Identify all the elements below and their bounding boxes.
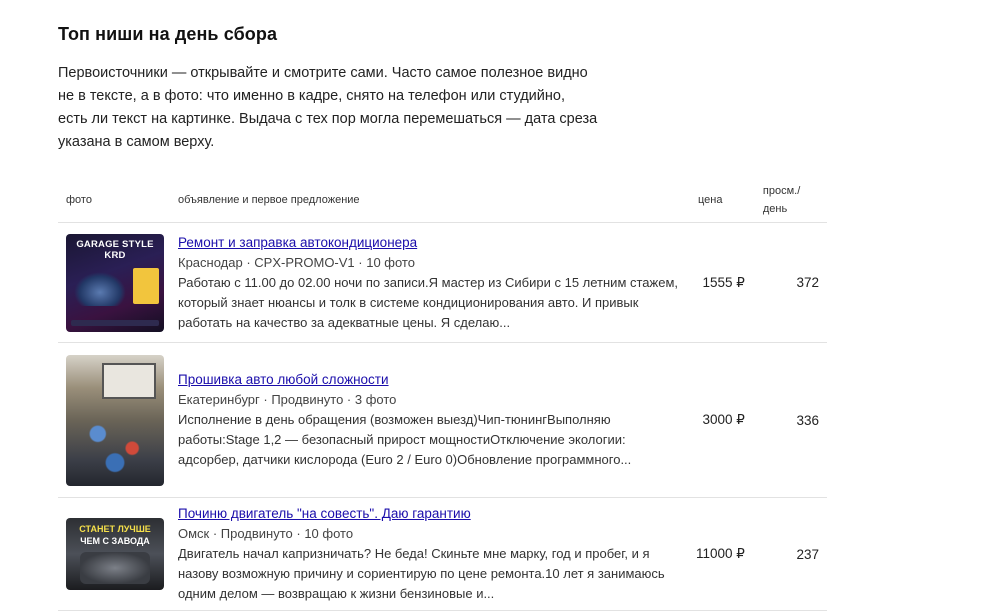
- ad-cell: Починю двигатель "на совесть". Даю гаран…: [178, 497, 696, 611]
- table-header-row: фото объявление и первое предложение цен…: [58, 178, 827, 223]
- photo-caption-line2: ЧЕМ С ЗАВОДА: [80, 536, 150, 546]
- photo-cell: СТАНЕТ ЛУЧШЕ ЧЕМ С ЗАВОДА: [58, 497, 178, 611]
- ad-cell: Ремонт и заправка автокондиционера Красн…: [178, 222, 696, 343]
- listing-views: 336: [758, 342, 827, 498]
- table-row: Прошивка авто любой сложности Екатеринбу…: [58, 342, 827, 498]
- listing-title-link[interactable]: Ремонт и заправка автокондиционера: [178, 233, 417, 253]
- header-price: цена: [696, 178, 759, 223]
- table-row: GARAGE STYLE KRD Ремонт и заправка авток…: [58, 222, 827, 343]
- listing-meta: Екатеринбург · Продвинуто · 3 фото: [178, 392, 397, 407]
- ad-cell: Прошивка авто любой сложности Екатеринбу…: [178, 342, 696, 498]
- listing-views: 237: [758, 497, 827, 611]
- laptop-screen-image: [102, 362, 156, 399]
- photo-footer-strip: [71, 319, 159, 326]
- header-ad: объявление и первое предложение: [178, 178, 696, 223]
- listing-views: 372: [758, 222, 827, 343]
- photo-caption: СТАНЕТ ЛУЧШЕ: [79, 524, 151, 534]
- listing-meta: Омск · Продвинуто · 10 фото: [178, 526, 354, 541]
- listing-description: Работаю с 11.00 до 02.00 ночи по записи.…: [178, 274, 679, 330]
- header-views-label: просм./ день: [762, 185, 801, 215]
- niches-section: Топ ниши на день сбора Первоисточники — …: [0, 0, 1000, 611]
- listings-table: фото объявление и первое предложение цен…: [58, 178, 827, 611]
- listing-description: Исполнение в день обращения (возможен вы…: [178, 412, 632, 467]
- engine-image: [80, 552, 150, 584]
- photo-cell: GARAGE STYLE KRD: [58, 222, 178, 343]
- listing-photo[interactable]: [66, 354, 164, 486]
- section-title: Топ ниши на день сбора: [58, 24, 278, 44]
- listing-price: 1555 ₽: [696, 222, 759, 343]
- header-photo: фото: [58, 178, 178, 223]
- listing-photo[interactable]: GARAGE STYLE KRD: [66, 233, 164, 332]
- car-image: [74, 271, 126, 306]
- header-views: просм./ день: [758, 178, 827, 223]
- promo-badge: [133, 267, 159, 304]
- photo-caption: GARAGE STYLE KRD: [76, 238, 154, 261]
- listing-price: 11000 ₽: [696, 497, 759, 611]
- section-lead: Первоисточники — открывайте и смотрите с…: [58, 65, 598, 150]
- listing-photo[interactable]: СТАНЕТ ЛУЧШЕ ЧЕМ С ЗАВОДА: [66, 518, 164, 590]
- listing-price: 3000 ₽: [696, 342, 759, 498]
- photo-cell: [58, 342, 178, 498]
- listing-description: Двигатель начал капризничать? Не беда! С…: [178, 546, 665, 601]
- listing-meta: Краснодар · CPX-PROMO-V1 · 10 фото: [178, 254, 415, 270]
- listing-title-link[interactable]: Починю двигатель "на совесть". Даю гаран…: [178, 504, 471, 524]
- listing-title-link[interactable]: Прошивка авто любой сложности: [178, 370, 389, 390]
- table-row: СТАНЕТ ЛУЧШЕ ЧЕМ С ЗАВОДА Починю двигате…: [58, 497, 827, 611]
- wiring-image: [72, 404, 158, 477]
